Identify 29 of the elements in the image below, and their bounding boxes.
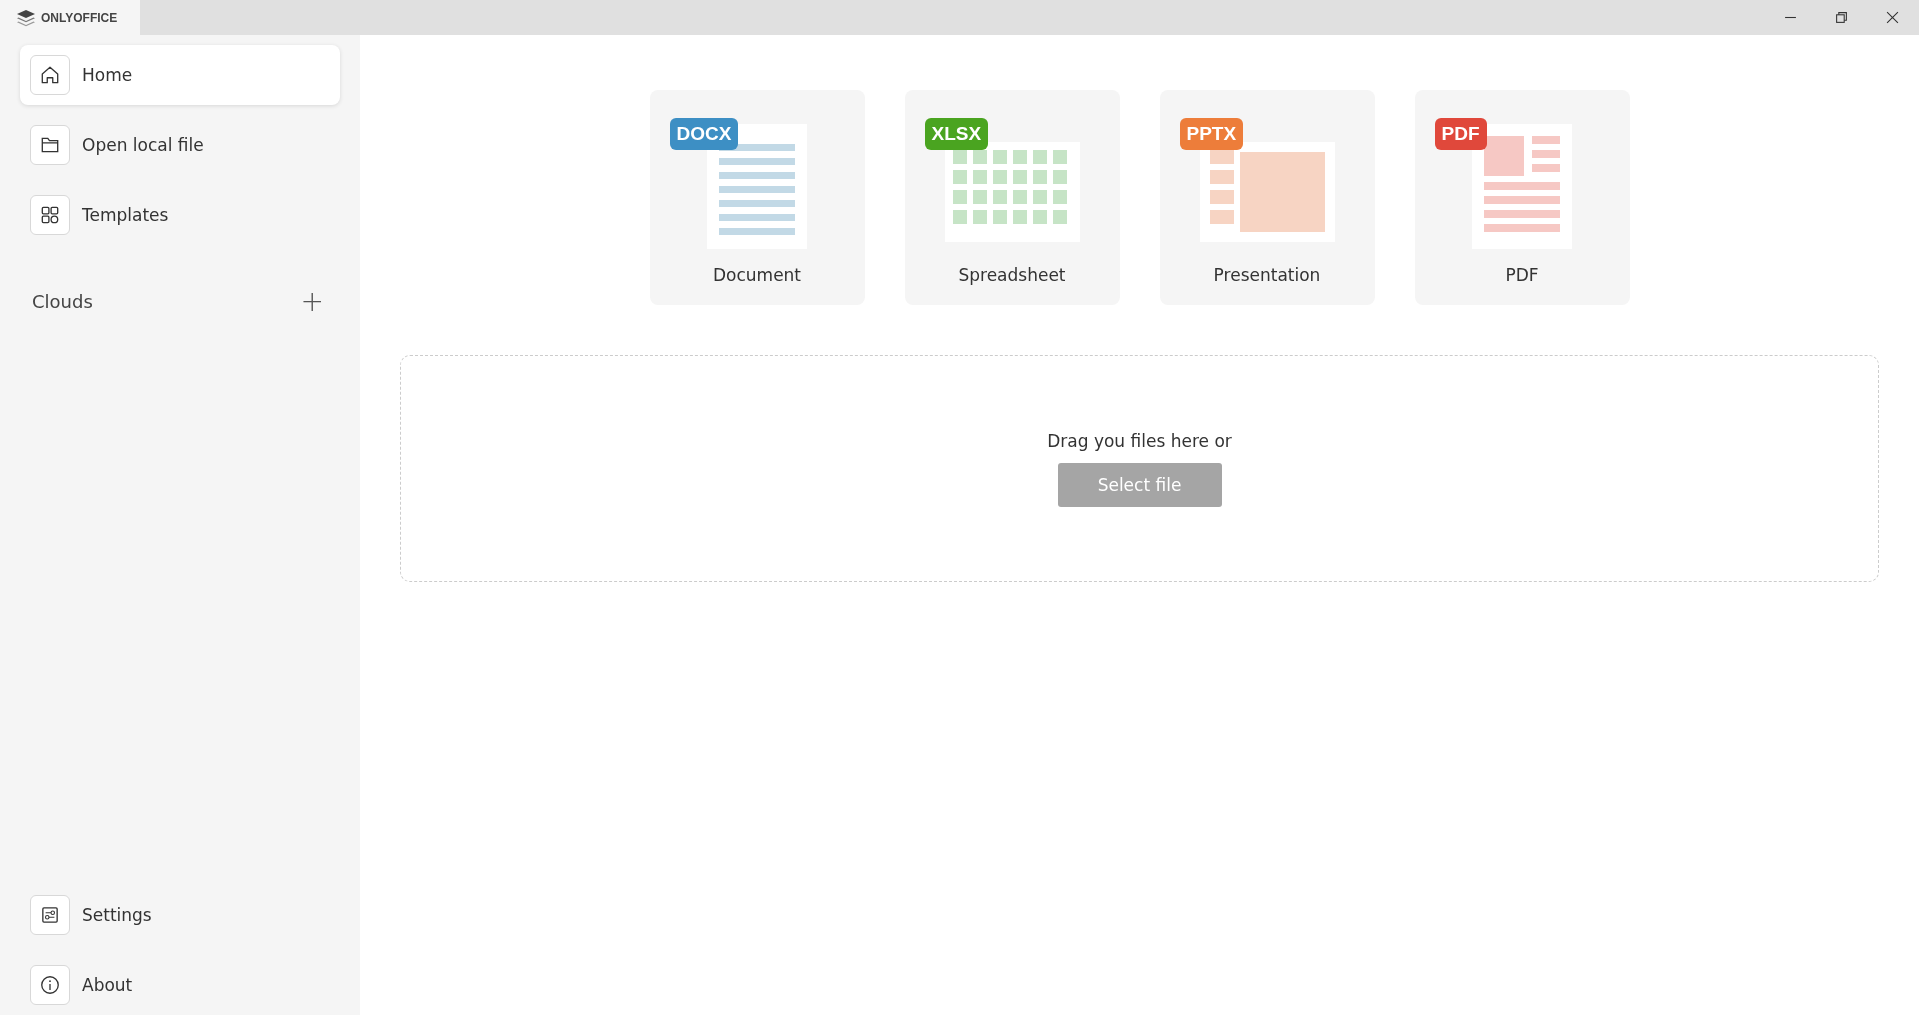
drop-hint: Drag you files here or (1047, 430, 1232, 451)
settings-icon (39, 904, 61, 926)
file-type-badge: DOCX (669, 118, 739, 150)
sidebar-item[interactable]: Settings (20, 885, 340, 945)
card-label: PDF (1505, 265, 1539, 285)
sidebar-item[interactable]: Open local file (20, 115, 340, 175)
section-heading: Clouds (32, 291, 93, 312)
file-type-badge: XLSX (924, 118, 989, 150)
sidebar-item[interactable]: About (20, 955, 340, 1015)
new-file-card[interactable]: PDF PDF (1414, 90, 1630, 305)
restore-icon[interactable] (1835, 11, 1848, 24)
sidebar-item[interactable]: Home (20, 45, 340, 105)
new-file-card[interactable]: PPTX Presentation (1159, 90, 1375, 305)
home-icon (39, 64, 61, 86)
card-label: Spreadsheet (958, 265, 1066, 285)
sidebar-item[interactable]: Templates (20, 185, 340, 245)
drop-zone[interactable]: Drag you files here or Select file (400, 355, 1879, 582)
file-type-badge: PPTX (1179, 118, 1244, 150)
new-file-card[interactable]: DOCX Document (649, 90, 865, 305)
new-file-card[interactable]: XLSX Spreadsheet (904, 90, 1120, 305)
card-label: Presentation (1213, 265, 1321, 285)
file-type-badge: PDF (1434, 118, 1487, 150)
logo-icon (16, 8, 36, 27)
info-icon (39, 974, 61, 996)
card-label: Document (712, 265, 802, 285)
app-name: ONLYOFFICE (41, 10, 118, 25)
close-icon[interactable] (1886, 11, 1899, 24)
add-cloud-button[interactable]: + (296, 285, 328, 318)
grid-icon (39, 204, 61, 226)
